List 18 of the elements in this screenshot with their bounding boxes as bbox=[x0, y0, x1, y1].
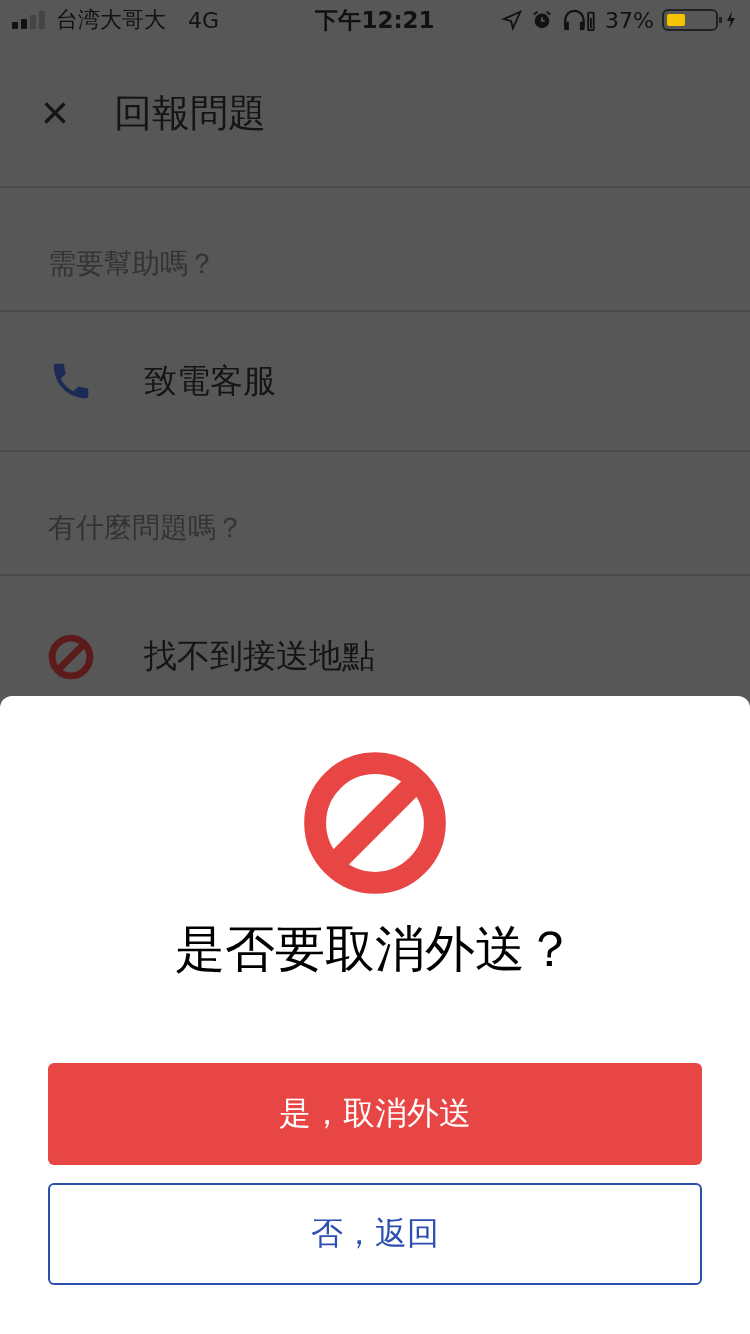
location-arrow-icon bbox=[501, 9, 524, 31]
close-button[interactable]: × bbox=[0, 89, 114, 137]
carrier-name: 台湾大哥大 bbox=[56, 6, 166, 34]
network-type: 4G bbox=[188, 7, 220, 33]
battery-icon bbox=[662, 9, 738, 31]
prohibited-icon bbox=[302, 750, 448, 896]
row-label: 找不到接送地點 bbox=[144, 635, 375, 677]
cancel-button[interactable]: 否，返回 bbox=[48, 1183, 702, 1285]
prohibited-icon bbox=[48, 634, 94, 680]
page-title: 回報問題 bbox=[114, 89, 266, 137]
clock: 下午12:21 bbox=[315, 5, 435, 35]
battery-percent: 37% bbox=[605, 7, 654, 33]
dialog-title: 是否要取消外送？ bbox=[175, 919, 575, 980]
menu-row[interactable]: 致電客服 bbox=[0, 312, 750, 452]
confirm-button[interactable]: 是，取消外送 bbox=[48, 1063, 702, 1165]
signal-icon bbox=[12, 11, 48, 29]
row-label: 致電客服 bbox=[144, 359, 276, 402]
headphones-icon bbox=[561, 9, 598, 31]
